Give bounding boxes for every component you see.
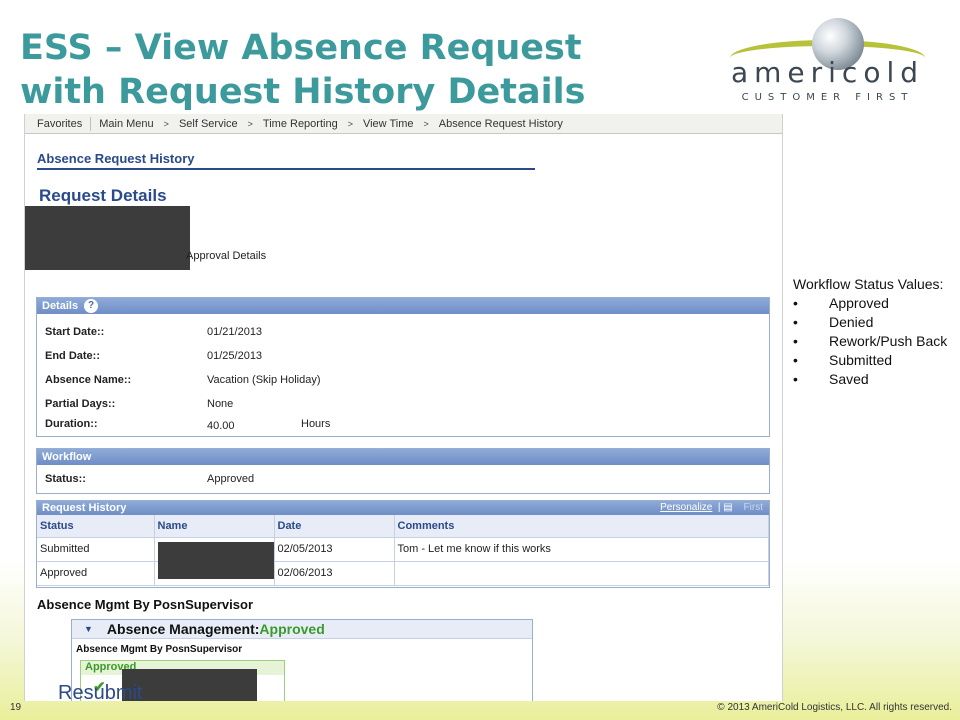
duration-value: 40.00 [207,420,235,432]
breadcrumb: Favorites Main Menu > Self Service > Tim… [25,114,782,134]
start-date-label: Start Date:: [45,326,105,338]
absence-management-label: Absence Management: [106,621,260,637]
absence-request-history-link[interactable]: Absence Request History [37,151,535,170]
list-item: Denied [793,313,953,332]
absence-management-header[interactable]: ▼ Absence Management: Approved [72,620,532,639]
breadcrumb-absence-request-history[interactable]: Absence Request History [433,118,569,130]
chevron-right-icon: > [163,118,169,129]
chevron-right-icon: > [423,118,429,129]
breadcrumb-main-menu[interactable]: Main Menu [93,118,159,130]
row-status: Submitted [37,537,155,562]
details-panel-header: Details ? [37,298,769,314]
ghost-text: Resubmit [58,682,143,704]
workflow-status-label: Status:: [45,473,86,485]
copyright: © 2013 AmeriCold Logistics, LLC. All rig… [717,702,952,713]
peoplesoft-screenshot: Favorites Main Menu > Self Service > Tim… [24,114,783,701]
slide-title-line1: ESS – View Absence Request [20,28,582,68]
row-date: 02/05/2013 [274,537,395,562]
workflow-title: Workflow [42,451,92,463]
slide-title: ESS – View Absence Request with Request … [20,26,660,114]
breadcrumb-divider [90,116,92,131]
partial-days-value: None [207,398,234,410]
redaction-block [158,542,274,579]
col-date: Date [274,515,395,538]
list-item: Rework/Push Back [793,332,953,351]
duration-label: Duration:: [45,418,98,430]
partial-days-label: Partial Days:: [45,398,116,410]
breadcrumb-self-service[interactable]: Self Service [173,118,244,130]
approval-details-link[interactable]: Approval Details [186,250,266,262]
row-comments: Tom - Let me know if this works [394,537,769,562]
absence-name-value: Vacation (Skip Holiday) [207,374,321,386]
redaction-block [25,206,190,270]
logo-tagline: CUSTOMER FIRST [741,92,914,103]
table-header-row: Status Name Date Comments [37,515,769,538]
row-status: Approved [37,561,155,586]
page-number: 19 [10,702,22,713]
request-history-header: Request History Personalize | ▤ First [37,501,769,515]
breadcrumb-view-time[interactable]: View Time [357,118,420,130]
end-date-label: End Date:: [45,350,100,362]
absence-mgmt-title: Absence Mgmt By PosnSupervisor [37,597,253,612]
workflow-panel-header: Workflow [37,449,769,465]
logo-name: americold [730,56,925,89]
start-date-value: 01/21/2013 [207,326,263,338]
details-panel: Details ? Start Date:: 01/21/2013 End Da… [36,297,770,437]
absence-name-label: Absence Name:: [45,374,132,386]
breadcrumb-favorites[interactable]: Favorites [31,118,88,130]
details-title: Details [42,300,79,312]
absence-mgmt-subtitle: Absence Mgmt By PosnSupervisor [76,644,243,655]
table-row: Approved 02/06/2013 [37,561,769,586]
notes-list: Approved Denied Rework/Push Back Submitt… [793,294,953,389]
personalize-link[interactable]: Personalize [660,502,712,513]
col-status: Status [37,515,155,538]
list-item: Approved [793,294,953,313]
collapse-chevron-icon[interactable]: ▼ [84,624,93,634]
workflow-status-value: Approved [207,473,255,485]
col-comments: Comments [394,515,769,538]
absence-management-status: Approved [259,621,325,637]
help-icon[interactable]: ? [84,299,99,313]
page-heading: Request Details [39,186,167,205]
slide-title-line2: with Request History Details [20,72,586,112]
row-date: 02/06/2013 [274,561,395,586]
table-row: Submitted 02/05/2013 Tom - Let me know i… [37,537,769,562]
end-date-value: 01/25/2013 [207,350,263,362]
request-history-table: Status Name Date Comments Submitted 02/0… [37,515,769,586]
breadcrumb-time-reporting[interactable]: Time Reporting [257,118,344,130]
chevron-right-icon: > [247,118,253,129]
workflow-panel: Workflow Status:: Approved [36,448,770,494]
chevron-right-icon: > [347,118,353,129]
request-history-title: Request History [42,502,127,514]
list-item: Saved [793,370,953,389]
first-link: First [743,502,763,513]
col-name: Name [154,515,275,538]
row-comments [394,561,769,586]
americold-logo: americold CUSTOMER FIRST [720,18,935,103]
grid-view-icon[interactable]: | ▤ [715,502,733,513]
duration-unit: Hours [301,418,331,430]
grid-tools: Personalize | ▤ First [660,501,763,515]
list-item: Submitted [793,351,953,370]
notes-heading: Workflow Status Values: [793,276,944,292]
workflow-status-notes: Workflow Status Values: Approved Denied … [793,275,953,389]
request-history-grid: Request History Personalize | ▤ First St… [36,500,770,588]
